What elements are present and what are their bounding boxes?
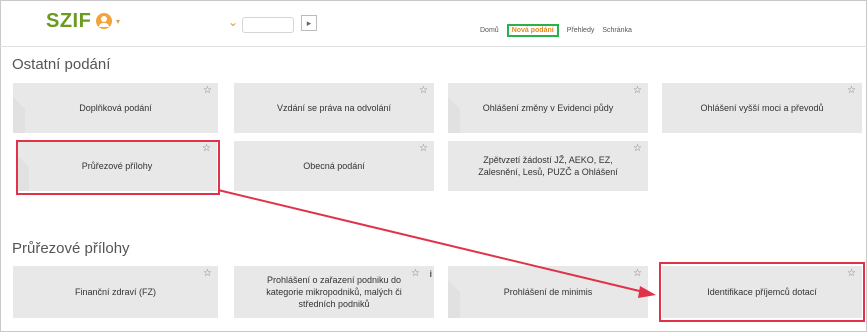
annotation-arrow (217, 189, 656, 298)
